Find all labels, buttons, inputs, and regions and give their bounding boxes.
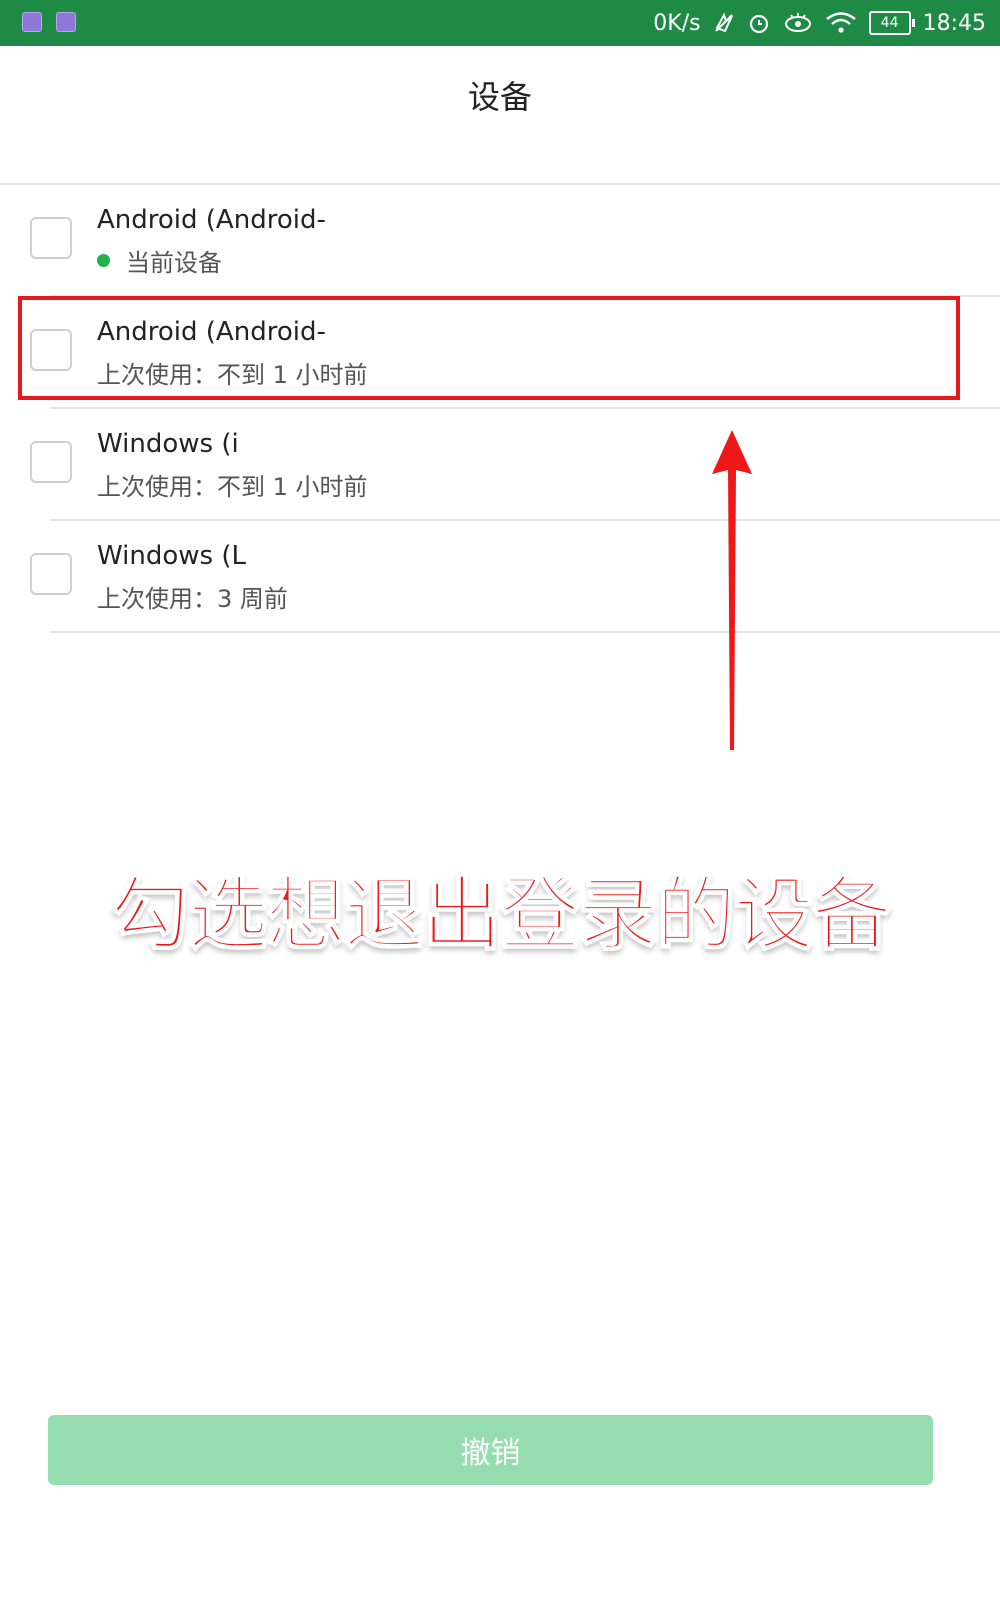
- alarm-icon: [747, 11, 771, 35]
- device-checkbox[interactable]: [30, 217, 72, 259]
- device-last-used: 上次使用：3 周前: [97, 585, 288, 613]
- current-device-dot-icon: [97, 254, 110, 267]
- revoke-button[interactable]: 撤销: [48, 1415, 933, 1485]
- row-divider: [50, 631, 1000, 633]
- eye-care-icon: [783, 11, 813, 35]
- page-title: 设备: [467, 78, 532, 116]
- battery-icon: 44: [868, 11, 915, 35]
- annotation-text: 勾选想退出登录的设备: [109, 867, 893, 962]
- net-speed: 0K/s: [653, 10, 701, 36]
- device-last-used: 上次使用：不到 1 小时前: [97, 473, 368, 501]
- device-name: Windows (L: [97, 541, 246, 571]
- device-row[interactable]: Windows (L 上次使用：3 周前: [0, 521, 1000, 633]
- device-list: Android (Android- 当前设备 Android (Android-…: [0, 185, 1000, 633]
- status-bar: 0K/s 44 18:45: [0, 0, 1000, 46]
- gallery-app-icon: [22, 12, 42, 32]
- device-checkbox[interactable]: [30, 441, 72, 483]
- clock: 18:45: [922, 10, 986, 36]
- device-row[interactable]: Android (Android- 当前设备: [0, 185, 1000, 297]
- device-status: 当前设备: [97, 243, 222, 278]
- mute-icon: [713, 12, 735, 34]
- device-status-text: 当前设备: [126, 249, 222, 277]
- keyboard-app-icon: [56, 12, 76, 32]
- device-name: Android (Android-: [97, 205, 326, 235]
- wifi-icon: [825, 11, 857, 35]
- highlight-box: [18, 296, 960, 400]
- arrow-up-icon: [712, 430, 752, 750]
- device-row[interactable]: Windows (i 上次使用：不到 1 小时前: [0, 409, 1000, 521]
- notification-icons: [22, 12, 76, 32]
- system-indicators: 0K/s 44 18:45: [653, 8, 986, 38]
- device-checkbox[interactable]: [30, 553, 72, 595]
- device-name: Windows (i: [97, 429, 239, 459]
